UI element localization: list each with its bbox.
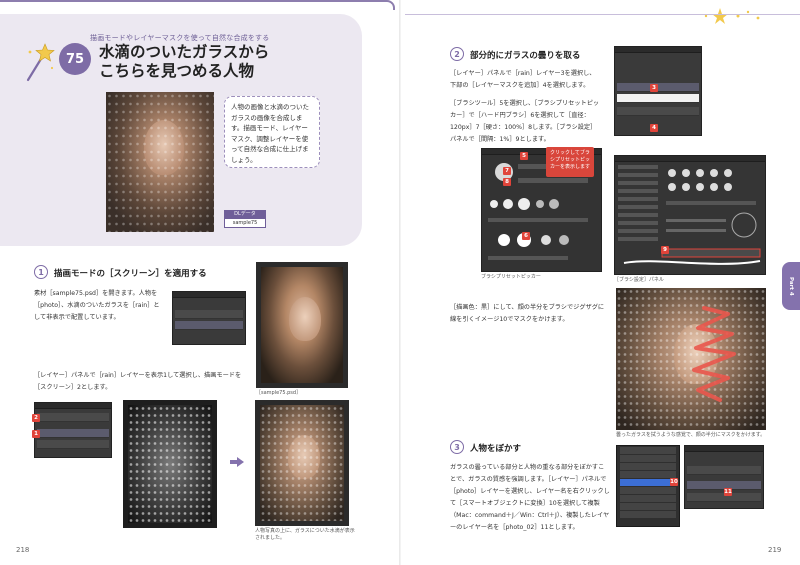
title-line-2: こちらを見つめる人物 — [99, 62, 255, 80]
layer-row-photo — [175, 321, 243, 330]
mask-thumbnail-row — [617, 94, 699, 103]
section-3-number: 3 — [450, 440, 464, 454]
menu-item — [620, 503, 676, 510]
marker-8: 8 — [503, 178, 511, 186]
sample-photo-caption: ［sample75.psd］ — [256, 390, 302, 396]
panel-tab-bar — [615, 47, 701, 53]
layer-row-photo — [37, 440, 109, 449]
header-frame-line — [0, 0, 395, 10]
result-caption: 人物写真の上に、ガラスについた水滴が表示されました。 — [255, 528, 355, 541]
layers-panel-screenshot-4 — [684, 445, 764, 509]
gutter — [399, 0, 401, 565]
context-menu-screenshot — [616, 445, 680, 527]
section-1-text-1: 素材［sample75.psd］を開きます。人物を［photo］、水滴のついたガ… — [34, 290, 160, 321]
panel-tab-bar — [615, 156, 765, 162]
marker-7: 7 — [503, 167, 511, 175]
menu-item — [620, 495, 676, 502]
brush-settings-contents — [618, 165, 761, 265]
marker-11: 11 — [724, 488, 732, 496]
arrow-right-icon — [230, 457, 244, 467]
section-2-number: 2 — [450, 47, 464, 61]
magic-wand-icon — [26, 43, 55, 82]
rain-glass-photo — [123, 400, 217, 528]
panel-tab-bar — [685, 446, 763, 452]
portrait-face — [289, 297, 321, 341]
section-1-text-2: ［レイヤー］パネルで［rain］レイヤーを表示1して選択し、描画モードを［スクリ… — [34, 372, 242, 391]
hero-water-drops — [106, 92, 214, 232]
part-side-tab: Part 4 — [782, 262, 800, 310]
section-2-text-1: ［レイヤー］パネルで［rain］レイヤー3を選択し、下部の［レイヤーマスクを追加… — [450, 70, 596, 89]
marker-9: 9 — [661, 246, 669, 254]
lesson-number-badge: 75 — [59, 43, 91, 75]
title-line-1: 水滴のついたガラスから — [99, 43, 270, 61]
layers-panel-screenshot-1 — [172, 291, 246, 345]
marker-3: 3 — [650, 84, 658, 92]
marker-5: 5 — [520, 152, 528, 160]
layers-panel-screenshot-3 — [614, 46, 702, 136]
marker-1: 1 — [32, 430, 40, 438]
menu-item — [620, 471, 676, 478]
sample-photo-portrait — [256, 262, 348, 388]
blend-mode-row — [37, 413, 109, 422]
layer-row-rain — [687, 466, 761, 475]
section-2-text-2: ［ブラシツール］5を選択し、［ブラシプリセットピッカー］で［ハード円ブラシ］6を… — [450, 100, 600, 143]
lesson-title: 水滴のついたガラスから こちらを見つめる人物 — [99, 43, 269, 81]
layers-panel-screenshot-2 — [34, 402, 112, 458]
menu-item — [620, 463, 676, 470]
marker-6: 6 — [522, 232, 530, 240]
decorative-stars-icon — [704, 8, 760, 24]
marker-4: 4 — [650, 124, 658, 132]
layer-row-rain — [175, 310, 243, 319]
panel-tab-bar — [35, 403, 111, 409]
page-number-left: 218 — [16, 546, 30, 554]
section-3-title: 人物をぼかす — [470, 444, 522, 454]
header-rule-right — [405, 14, 800, 15]
book-spread: 描画モードやレイヤーマスクを使って自然な合成をする 75 水滴のついたガラスから… — [0, 0, 800, 565]
hero-image — [106, 92, 214, 232]
layer-row-rain — [617, 83, 699, 92]
brush-picker-caption: ブラシプリセットピッカー — [481, 274, 541, 280]
menu-item — [620, 455, 676, 462]
chapter-label: 描画モードやレイヤーマスクを使って自然な合成をする — [90, 34, 270, 42]
marker-10: 10 — [670, 478, 678, 486]
section-2-text-3: ［描画色：黒］にして、顔の半分をブラシでジグザグに線を引くイメージ10でマスクを… — [450, 304, 605, 323]
intro-text-box: 人物の画像と水滴のついたガラスの画像を合成します。描画モード、レイヤーマスク、調… — [224, 96, 320, 168]
menu-item — [620, 487, 676, 494]
section-1-number: 1 — [34, 265, 48, 279]
zigzag-mask-strokes — [692, 306, 736, 402]
result-face — [288, 435, 320, 479]
section-2-title: 部分的にガラスの曇りを取る — [470, 51, 581, 61]
composite-result-photo — [255, 400, 349, 526]
layer-row-rain — [37, 429, 109, 438]
menu-item — [620, 447, 676, 454]
panel-tab-bar — [173, 292, 245, 298]
menu-item — [620, 511, 676, 518]
download-data-badge: DLデータ sample75 — [224, 210, 266, 230]
menu-item-convert-smart-object — [620, 479, 676, 486]
brush-picker-callout: クリックしてブラシプリセットピッカーを表示します — [546, 147, 594, 177]
marker-2: 2 — [32, 414, 40, 422]
section-3-text: ガラスの曇っている部分と人物の重なる部分をぼかすことで、ガラスの質感を強調します… — [450, 464, 610, 531]
mask-caption: 曇ったガラスを拭うような感覚で、顔の半分にマスクをかけます。 — [616, 432, 766, 438]
section-1-title: 描画モードの［スクリーン］を適用する — [54, 269, 207, 279]
layer-row-photo — [617, 107, 699, 116]
brush-settings-caption: ［ブラシ設定］パネル — [614, 277, 664, 283]
dl-badge-label: DLデータ — [224, 210, 266, 218]
dl-badge-file: sample75 — [224, 218, 266, 228]
page-number-right: 219 — [768, 546, 782, 554]
